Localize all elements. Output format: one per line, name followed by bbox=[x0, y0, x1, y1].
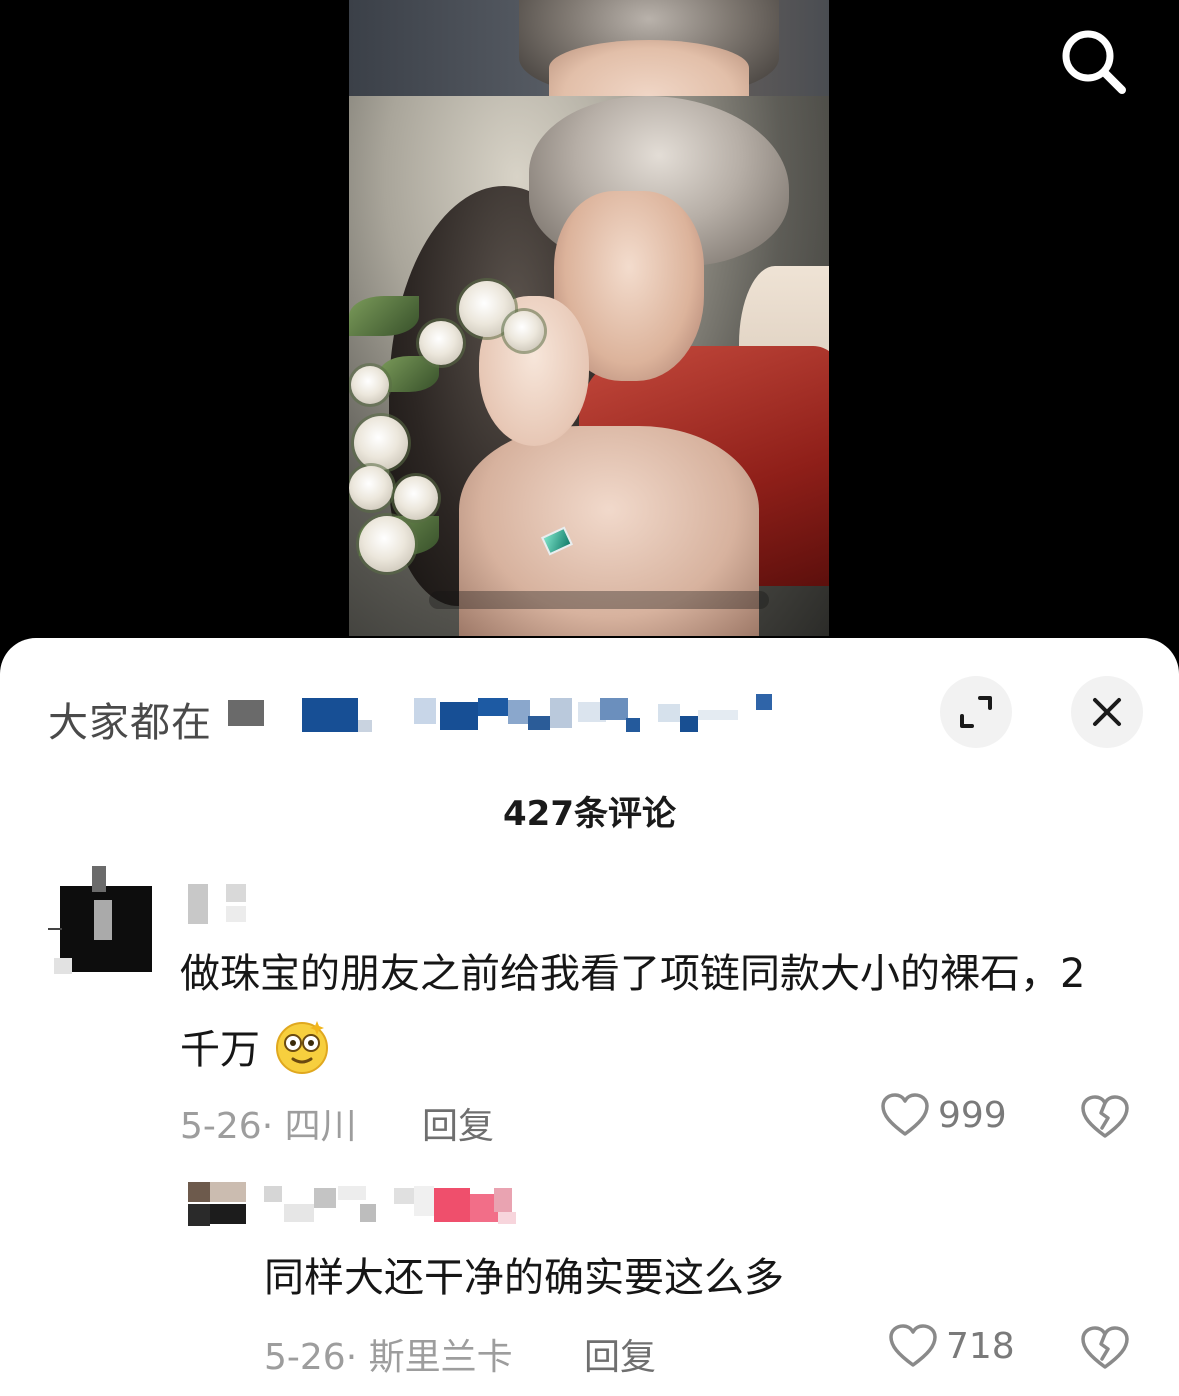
search-button[interactable] bbox=[1058, 26, 1130, 98]
heart-icon bbox=[889, 1324, 937, 1367]
dizzy-face-emoji bbox=[275, 1021, 328, 1074]
expand-icon bbox=[960, 696, 992, 728]
expand-button[interactable] bbox=[940, 676, 1012, 748]
video-artwork bbox=[349, 96, 829, 636]
reply-meta: 5-26· 斯里兰卡 bbox=[264, 1337, 513, 1378]
broken-heart-icon bbox=[1081, 1326, 1129, 1369]
like-button[interactable]: 999 bbox=[880, 1092, 1007, 1138]
comment-count: 427条评论 bbox=[503, 794, 676, 834]
username-redacted[interactable] bbox=[188, 884, 258, 924]
video-frame-top bbox=[349, 0, 829, 96]
comment-meta: 5-26· 四川 bbox=[180, 1106, 357, 1147]
reply-text: 同样大还干净的确实要这么多 bbox=[264, 1255, 784, 1301]
reply-button[interactable]: 回复 bbox=[422, 1097, 494, 1149]
like-count: 999 bbox=[938, 1094, 1007, 1136]
redacted-title-mosaic bbox=[228, 690, 788, 740]
sheet-title: 大家都在 bbox=[48, 700, 212, 746]
video-player[interactable] bbox=[0, 0, 1179, 640]
reply-like-button[interactable]: 718 bbox=[888, 1323, 1015, 1369]
reply-avatar[interactable] bbox=[188, 1174, 248, 1226]
dislike-button[interactable] bbox=[1080, 1094, 1130, 1144]
reply-username-redacted[interactable] bbox=[264, 1186, 524, 1226]
search-icon bbox=[1062, 30, 1126, 94]
broken-heart-icon bbox=[1081, 1095, 1129, 1138]
reply-reply-button[interactable]: 回复 bbox=[584, 1328, 656, 1380]
close-icon bbox=[1093, 698, 1121, 726]
comment-text: 做珠宝的朋友之前给我看了项链同款大小的裸石，2千万 bbox=[180, 936, 1120, 1088]
reply-dislike-button[interactable] bbox=[1080, 1325, 1130, 1375]
close-button[interactable] bbox=[1071, 676, 1143, 748]
heart-icon bbox=[881, 1093, 929, 1136]
avatar[interactable] bbox=[48, 866, 158, 978]
reply-like-count: 718 bbox=[946, 1325, 1015, 1367]
